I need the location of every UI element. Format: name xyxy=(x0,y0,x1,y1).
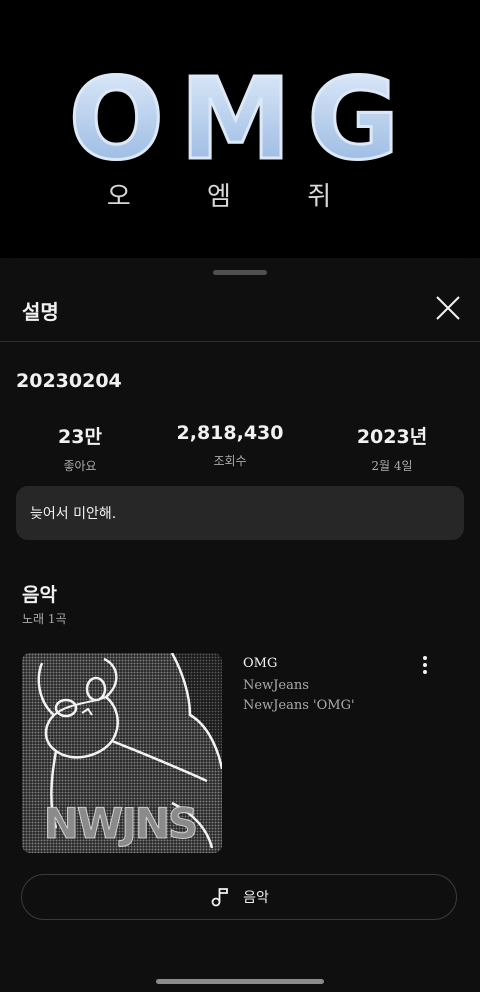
drag-handle[interactable] xyxy=(213,270,267,275)
album-art[interactable]: NWJNS xyxy=(22,653,222,853)
date-day: 2월 4일 xyxy=(371,459,413,473)
likes-label: 좋아요 xyxy=(63,459,97,473)
sheet-title: 설명 xyxy=(22,300,59,324)
views-value: 2,818,430 xyxy=(176,422,284,444)
likes-value: 23만 xyxy=(58,426,102,448)
likes-stat: 23만 좋아요 xyxy=(0,422,160,474)
music-button-content: 음악 xyxy=(22,875,456,919)
header-divider xyxy=(0,341,480,342)
album-art-label: NWJNS xyxy=(44,799,197,848)
music-note-icon xyxy=(211,888,229,907)
description-sheet: 설명 20230204 23만 좋아요 2,818,430 조회수 2023년 … xyxy=(0,258,480,992)
date-stat: 2023년 2월 4일 xyxy=(312,422,472,474)
close-button[interactable] xyxy=(434,294,462,322)
views-stat: 2,818,430 조회수 xyxy=(150,422,310,469)
description-box[interactable]: 늦어서 미안해. xyxy=(16,486,464,540)
date-year: 2023년 xyxy=(356,426,428,448)
description-text: 늦어서 미안해. xyxy=(30,506,117,522)
home-indicator[interactable] xyxy=(156,979,324,984)
album-art-image: NWJNS xyxy=(22,653,222,853)
omg-logo: OMG 오 엠 쥐 xyxy=(67,54,416,213)
song-title[interactable]: OMG xyxy=(243,656,277,671)
close-icon xyxy=(436,296,460,320)
music-heading: 음악 xyxy=(22,584,57,606)
music-subheading: 노래 1곡 xyxy=(22,612,67,626)
song-more-button[interactable] xyxy=(414,654,436,676)
song-artist: NewJeans xyxy=(243,678,309,693)
music-button[interactable]: 음악 xyxy=(21,874,457,920)
video-player[interactable]: OMG 오 엠 쥐 xyxy=(0,0,480,258)
logo-subtitle: 오 엠 쥐 xyxy=(107,182,365,212)
music-button-label: 음악 xyxy=(243,890,269,906)
video-title: 20230204 xyxy=(16,370,122,392)
more-vert-icon xyxy=(423,656,427,674)
song-album: NewJeans 'OMG' xyxy=(243,698,355,713)
views-label: 조회수 xyxy=(213,454,247,468)
logo-letters: OMG xyxy=(69,55,416,185)
